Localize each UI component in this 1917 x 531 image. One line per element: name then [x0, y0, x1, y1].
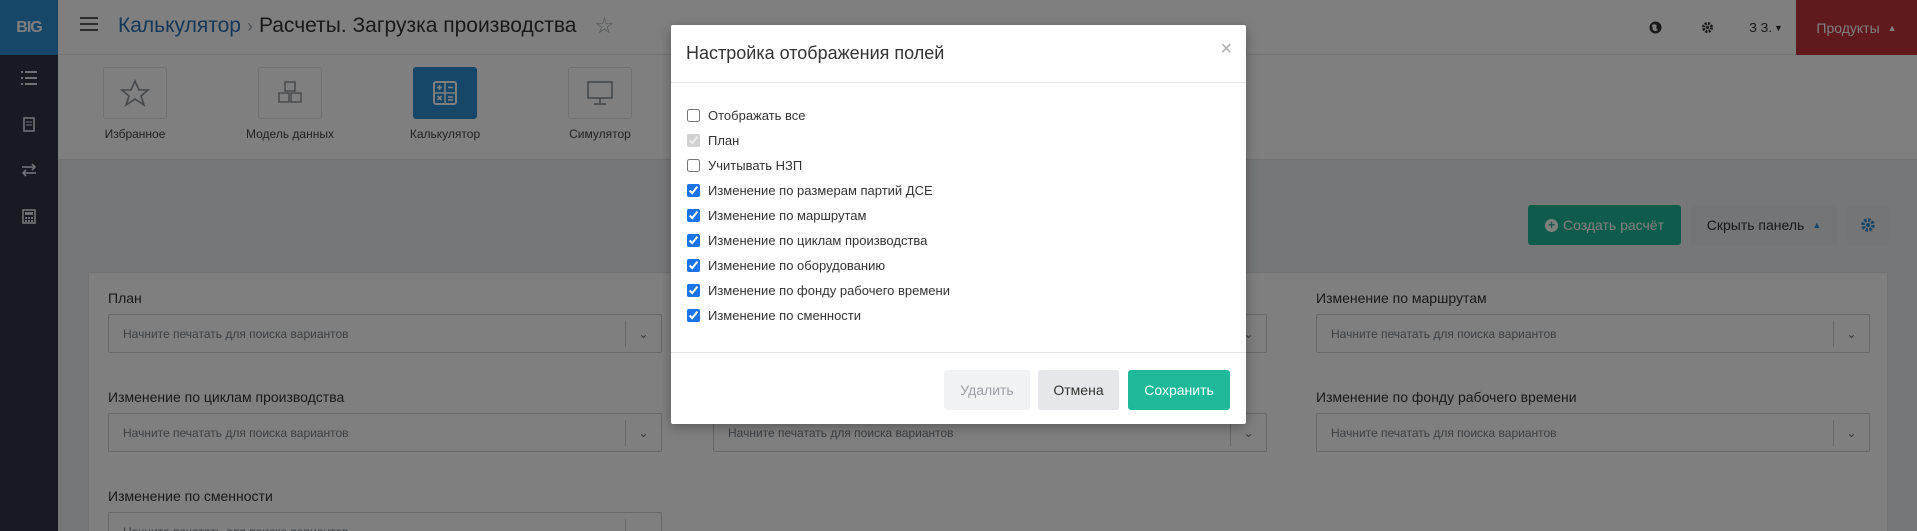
close-icon[interactable]: × — [1220, 38, 1232, 61]
option-show-all[interactable]: Отображать все — [686, 103, 1231, 128]
option-label: Изменение по маршрутам — [708, 208, 867, 223]
option-routes[interactable]: Изменение по маршрутам — [686, 203, 1231, 228]
work-time-fund-checkbox[interactable] — [687, 284, 700, 297]
option-equipment[interactable]: Изменение по оборудованию — [686, 253, 1231, 278]
cancel-button[interactable]: Отмена — [1038, 370, 1119, 410]
modal-header: Настройка отображения полей × — [671, 25, 1246, 83]
option-label: Изменение по размерам партий ДСЕ — [708, 183, 933, 198]
option-wip[interactable]: Учитывать НЗП — [686, 153, 1231, 178]
option-label: Изменение по циклам производства — [708, 233, 928, 248]
plan-checkbox — [687, 134, 700, 147]
routes-checkbox[interactable] — [687, 209, 700, 222]
delete-button[interactable]: Удалить — [944, 370, 1030, 410]
production-cycles-checkbox[interactable] — [687, 234, 700, 247]
option-production-cycles[interactable]: Изменение по циклам производства — [686, 228, 1231, 253]
option-label: Изменение по оборудованию — [708, 258, 886, 273]
shifts-checkbox[interactable] — [687, 309, 700, 322]
option-label: Изменение по фонду рабочего времени — [708, 283, 950, 298]
save-button[interactable]: Сохранить — [1128, 370, 1230, 410]
wip-checkbox[interactable] — [687, 159, 700, 172]
field-display-settings-modal: Настройка отображения полей × Отображать… — [671, 25, 1246, 424]
show-all-checkbox[interactable] — [687, 109, 700, 122]
option-label: Отображать все — [708, 108, 806, 123]
modal-title: Настройка отображения полей — [686, 43, 945, 63]
option-plan: План — [686, 128, 1231, 153]
option-work-time-fund[interactable]: Изменение по фонду рабочего времени — [686, 278, 1231, 303]
equipment-checkbox[interactable] — [687, 259, 700, 272]
option-label: Изменение по сменности — [708, 308, 862, 323]
option-label: План — [708, 133, 740, 148]
option-batch-sizes[interactable]: Изменение по размерам партий ДСЕ — [686, 178, 1231, 203]
modal-body: Отображать все План Учитывать НЗП Измене… — [671, 83, 1246, 353]
batch-sizes-checkbox[interactable] — [687, 184, 700, 197]
option-label: Учитывать НЗП — [708, 158, 803, 173]
option-shifts[interactable]: Изменение по сменности — [686, 303, 1231, 328]
modal-footer: Удалить Отмена Сохранить — [671, 354, 1246, 424]
